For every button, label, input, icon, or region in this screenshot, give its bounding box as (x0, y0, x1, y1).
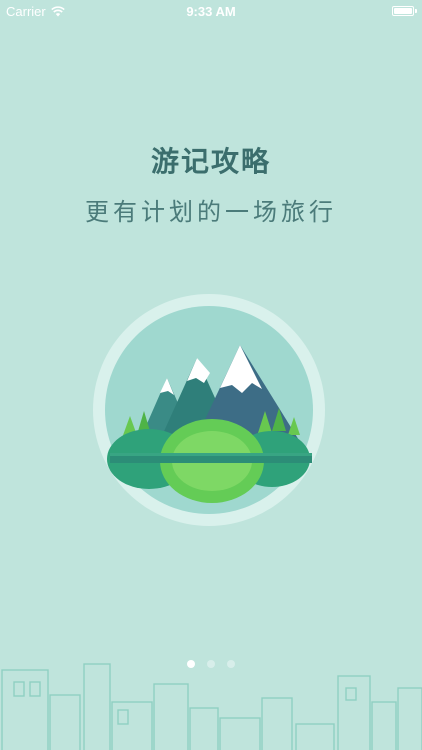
mountain-illustration (93, 294, 325, 526)
page-title: 游记攻略 (150, 145, 271, 178)
city-skyline-illustration (1, 663, 422, 750)
status-bar: Carrier 9:33 AM (0, 0, 422, 22)
status-time: 9:33 AM (186, 4, 236, 19)
page-subtitle: 更有计划的一场旅行 (85, 198, 337, 226)
battery-icon (392, 6, 417, 16)
